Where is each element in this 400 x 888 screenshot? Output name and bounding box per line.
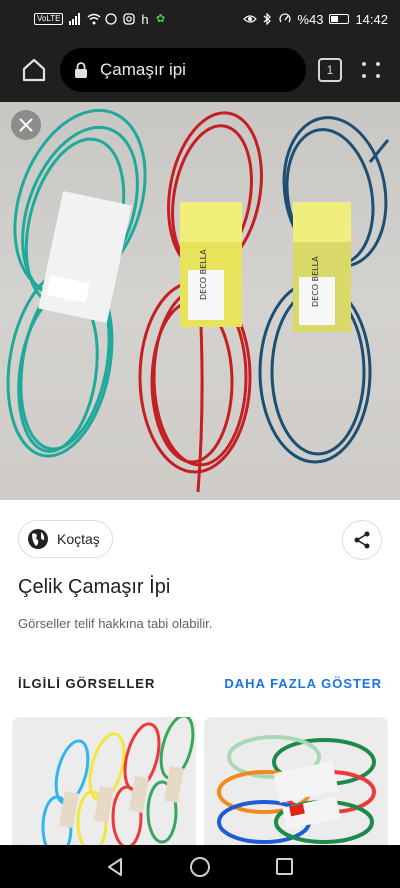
home-circle-icon[interactable]: [190, 857, 210, 877]
related-images-heading: İLGİLİ GÖRSELLER: [18, 676, 156, 691]
close-button[interactable]: [11, 110, 41, 140]
wifi-icon: [87, 13, 101, 25]
recents-icon[interactable]: [276, 858, 293, 875]
source-name: Koçtaş: [57, 531, 100, 547]
related-image-2[interactable]: [204, 717, 388, 845]
search-text: Çamaşır ipi: [100, 60, 186, 79]
system-nav-bar: [0, 845, 400, 888]
source-chip[interactable]: Koçtaş: [18, 520, 113, 558]
related-image-1[interactable]: [12, 717, 196, 845]
more-vert-icon[interactable]: [360, 58, 384, 82]
instagram-icon: [123, 13, 136, 25]
status-right: %43 14:42: [243, 12, 388, 27]
battery-percent: %43: [297, 11, 324, 27]
battery-icon: [329, 14, 350, 24]
share-icon: [354, 531, 370, 549]
lock-icon: [74, 62, 88, 78]
close-icon: [19, 118, 33, 132]
image-title[interactable]: Çelik Çamaşır İpi: [18, 576, 170, 599]
copyright-notice: Görseller telif hakkına tabi olabilir.: [18, 616, 213, 631]
volte-badge: VoLTE: [34, 13, 64, 25]
data-saver-icon: [279, 13, 292, 25]
deco-bella-logo-2: DECO BELLA: [311, 256, 320, 307]
product-image: DECO BELLA DECO BELLA: [0, 102, 400, 500]
globe-icon: [28, 529, 48, 549]
status-left: VoLTE h ✿: [34, 12, 167, 27]
signal-icon: [69, 13, 81, 25]
browser-toolbar: Çamaşır ipi 1: [0, 38, 400, 102]
deco-bella-logo-1: DECO BELLA: [199, 249, 208, 300]
eye-icon: [243, 13, 258, 25]
h-indicator: h: [141, 11, 149, 27]
tabs-icon[interactable]: 1: [318, 58, 342, 82]
whatsapp-icon: [105, 13, 118, 25]
search-bar[interactable]: Çamaşır ipi: [60, 48, 306, 92]
status-bar: VoLTE h ✿ %43 14:42: [0, 0, 400, 38]
notification-icon: ✿: [156, 13, 166, 25]
rope-coils-illustration: DECO BELLA DECO BELLA: [6, 108, 390, 493]
image-info-panel: Koçtaş Çelik Çamaşır İpi Görseller telif…: [0, 500, 400, 845]
clock: 14:42: [355, 11, 388, 27]
home-icon[interactable]: [20, 56, 48, 84]
show-more-link[interactable]: DAHA FAZLA GÖSTER: [224, 676, 382, 691]
back-icon[interactable]: [106, 857, 124, 877]
share-button[interactable]: [342, 520, 382, 560]
bluetooth-icon: [261, 12, 273, 26]
